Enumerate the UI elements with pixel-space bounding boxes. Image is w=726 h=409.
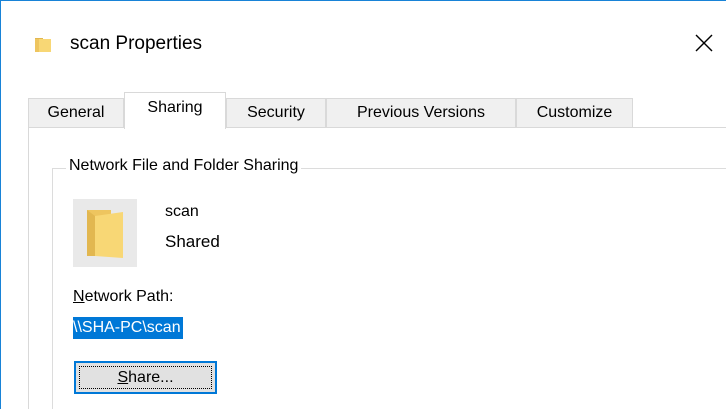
tab-customize[interactable]: Customize bbox=[516, 98, 633, 127]
label-text: hare... bbox=[128, 368, 174, 386]
share-button[interactable]: Share... bbox=[74, 361, 217, 394]
properties-window: scan Properties General Sharing Security… bbox=[0, 0, 726, 409]
folder-icon bbox=[87, 210, 123, 258]
accelerator-key: N bbox=[73, 288, 85, 305]
tab-general[interactable]: General bbox=[28, 98, 124, 127]
tab-security[interactable]: Security bbox=[226, 98, 326, 127]
network-path-value[interactable]: \\SHA-PC\scan bbox=[73, 317, 183, 339]
close-icon bbox=[695, 34, 713, 52]
tab-label: General bbox=[47, 104, 105, 121]
share-status: Shared bbox=[165, 232, 220, 251]
window-title: scan Properties bbox=[70, 33, 203, 54]
tab-label: Security bbox=[247, 104, 305, 121]
tab-label: Sharing bbox=[147, 99, 203, 116]
tab-label: Previous Versions bbox=[356, 104, 486, 121]
share-name: scan bbox=[165, 203, 199, 220]
shared-folder-icon-tile bbox=[73, 199, 137, 267]
tab-label: Customize bbox=[536, 104, 613, 121]
close-button[interactable] bbox=[682, 20, 726, 66]
network-path-label: Network Path: bbox=[73, 288, 174, 306]
folder-icon bbox=[34, 35, 52, 53]
label-text: etwork Path: bbox=[84, 288, 174, 305]
tab-previous-versions[interactable]: Previous Versions bbox=[326, 98, 516, 127]
tab-sharing[interactable]: Sharing bbox=[124, 92, 226, 129]
button-label: Share... bbox=[117, 369, 173, 387]
group-title: Network File and Folder Sharing bbox=[66, 157, 302, 175]
accelerator-key: S bbox=[117, 368, 129, 386]
